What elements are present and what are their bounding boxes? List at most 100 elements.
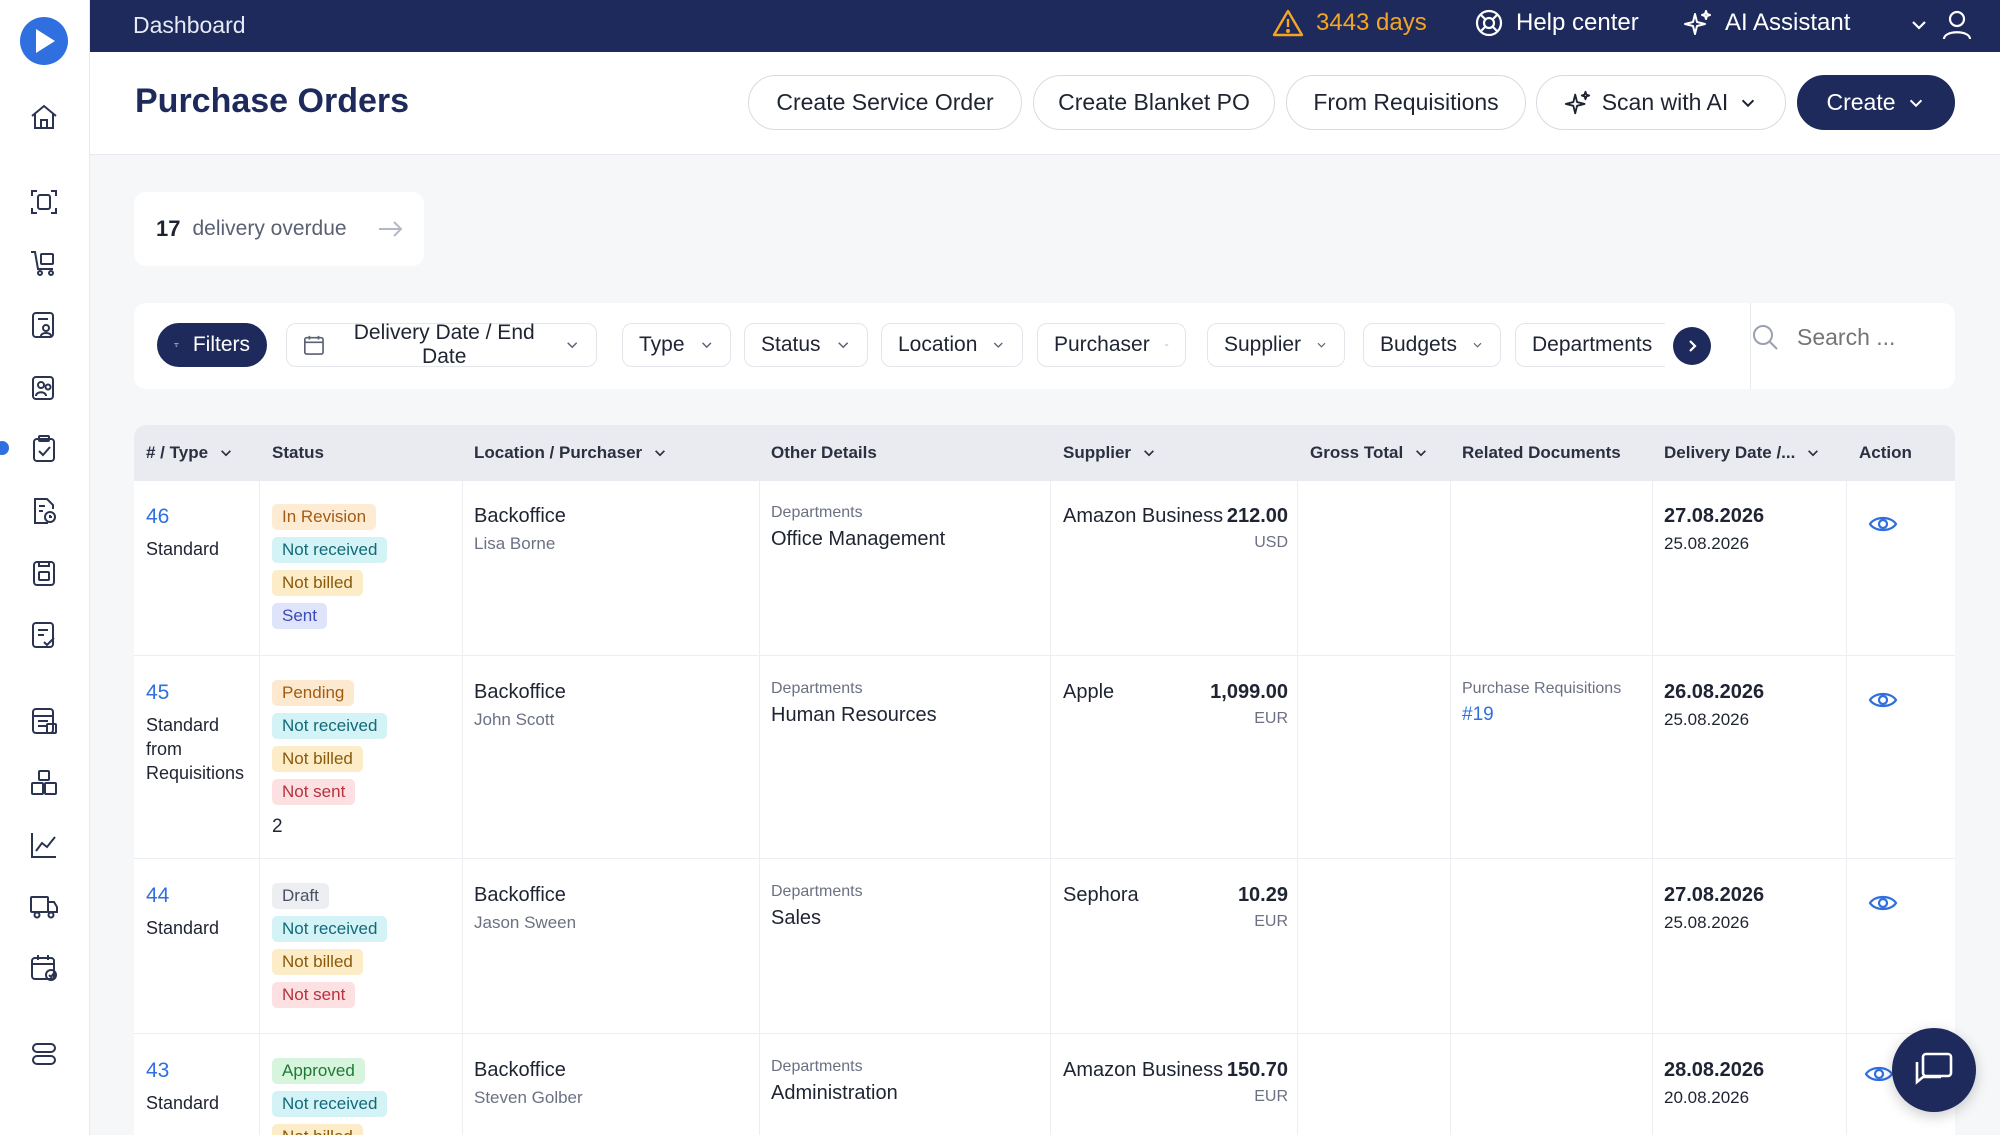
view-eye-icon[interactable]: [1868, 689, 1898, 711]
gross-amount: 10.29: [1237, 884, 1288, 906]
overdue-label: delivery overdue: [192, 217, 347, 240]
col-status: Status: [272, 443, 324, 463]
table-row-44-other: Departments Sales: [771, 883, 863, 930]
po-number-link[interactable]: 46: [146, 505, 256, 529]
other-details-label: Departments: [771, 883, 863, 900]
col-location-label: Location / Purchaser: [474, 443, 643, 462]
settings-stack-icon[interactable]: [27, 1037, 61, 1071]
table-row-46-location: Backoffice Lisa Borne: [474, 505, 566, 554]
location-filter[interactable]: Location: [881, 323, 1023, 367]
create-button[interactable]: Create: [1797, 75, 1955, 130]
col-divider: [1450, 481, 1451, 1135]
table-row-45-gross: 1,099.00 EUR: [1148, 681, 1288, 728]
license-warning[interactable]: 3443 days: [1272, 8, 1427, 38]
col-action-label: Action: [1859, 443, 1912, 462]
from-requisitions-button[interactable]: From Requisitions: [1286, 75, 1526, 130]
scan-icon[interactable]: [27, 185, 61, 219]
sidebar: [0, 0, 90, 1135]
col-location[interactable]: Location / Purchaser: [474, 443, 668, 463]
purchaser-filter-label: Purchaser: [1054, 333, 1150, 356]
row-divider: [134, 655, 1955, 656]
type-filter[interactable]: Type: [622, 323, 731, 367]
delivery-date: 27.08.2026: [1664, 505, 1765, 527]
delivery-date: 27.08.2026: [1664, 884, 1765, 906]
table-row-43-location: Backoffice Steven Golber: [474, 1059, 583, 1108]
status-badge: Not billed: [272, 1124, 363, 1135]
chevron-down-icon: [1808, 450, 1819, 457]
boxes-icon[interactable]: [27, 766, 61, 800]
status-badge: Draft: [272, 883, 329, 909]
location: Backoffice: [474, 505, 566, 527]
view-eye-icon[interactable]: [1864, 1063, 1894, 1085]
help-center-link[interactable]: Help center: [1474, 8, 1639, 38]
budgets-filter[interactable]: Budgets: [1363, 323, 1501, 367]
search-box[interactable]: [1751, 323, 1937, 351]
chevron-down-icon: [994, 342, 1004, 348]
col-num-type[interactable]: # / Type: [146, 443, 234, 463]
document-clock-icon[interactable]: [27, 494, 61, 528]
topbar-title[interactable]: Dashboard: [133, 12, 246, 39]
app-logo[interactable]: [20, 17, 68, 65]
analytics-icon[interactable]: [27, 828, 61, 862]
arrow-right-icon: [378, 221, 402, 237]
delivery-date-filter[interactable]: Delivery Date / End Date: [286, 321, 597, 368]
user-profile-icon[interactable]: [1940, 8, 1974, 42]
scroll-filters-right-button[interactable]: [1673, 327, 1711, 365]
calendar-check-icon[interactable]: [27, 951, 61, 985]
checklist-icon[interactable]: [27, 618, 61, 652]
po-number-link[interactable]: 45: [146, 681, 256, 705]
table-row-43-gross: 150.70 EUR: [1148, 1059, 1288, 1106]
create-service-order-button[interactable]: Create Service Order: [748, 75, 1022, 130]
help-center-label: Help center: [1516, 9, 1639, 36]
status-extra-count: 2: [272, 816, 283, 837]
users-document-icon[interactable]: [27, 370, 61, 404]
delivery-overdue-card[interactable]: 17 delivery overdue: [134, 192, 424, 266]
status-badge: Approved: [272, 1058, 365, 1084]
departments-filter[interactable]: Departments: [1515, 323, 1665, 367]
view-eye-icon[interactable]: [1868, 513, 1898, 535]
col-status-label: Status: [272, 443, 324, 462]
table-row-44-location: Backoffice Jason Sween: [474, 884, 576, 933]
filters-label: Filters: [192, 333, 250, 356]
col-delivery-date[interactable]: Delivery Date /...: [1664, 443, 1821, 463]
purchaser-filter[interactable]: Purchaser: [1037, 323, 1186, 367]
col-divider: [1652, 481, 1653, 1135]
col-gross-total[interactable]: Gross Total: [1310, 443, 1429, 463]
active-indicator: [0, 441, 9, 455]
status-badge: Not received: [272, 537, 388, 563]
inventory-icon[interactable]: [27, 556, 61, 590]
chat-support-button[interactable]: [1892, 1028, 1976, 1112]
po-type: Standard: [146, 1093, 220, 1113]
status-filter[interactable]: Status: [744, 323, 868, 367]
truck-icon[interactable]: [27, 889, 61, 923]
currency: USD: [1254, 534, 1288, 551]
location-filter-label: Location: [898, 333, 978, 356]
po-number-link[interactable]: 43: [146, 1059, 256, 1083]
col-divider: [759, 481, 760, 1135]
po-type: Standard: [146, 918, 220, 938]
cart-icon[interactable]: [27, 246, 61, 280]
purchase-orders-icon[interactable]: [27, 432, 61, 466]
view-eye-icon[interactable]: [1868, 892, 1898, 914]
invoice-list-icon[interactable]: [27, 704, 61, 738]
user-document-icon[interactable]: [27, 308, 61, 342]
filters-button[interactable]: Filters: [157, 323, 267, 367]
search-input[interactable]: [1797, 323, 1937, 351]
col-supplier[interactable]: Supplier: [1063, 443, 1157, 463]
ai-assistant-button[interactable]: AI Assistant: [1683, 8, 1850, 38]
create-blanket-po-button[interactable]: Create Blanket PO: [1033, 75, 1275, 130]
chevron-down-icon: [566, 342, 577, 349]
supplier-filter[interactable]: Supplier: [1207, 323, 1345, 367]
status-filter-label: Status: [761, 333, 821, 356]
related-requisition-link[interactable]: #19: [1462, 704, 1621, 726]
sparkles-icon: [1564, 90, 1590, 114]
scan-with-ai-button[interactable]: Scan with AI: [1536, 75, 1786, 130]
chevron-down-icon: [1742, 99, 1755, 107]
po-number-link[interactable]: 44: [146, 884, 256, 908]
filter-bar: Filters Delivery Date / End Date Type St…: [134, 303, 1955, 389]
table-row-43-delivery: 28.08.2026 20.08.2026: [1664, 1059, 1764, 1108]
chevron-down-icon[interactable]: [1908, 14, 1930, 36]
home-icon[interactable]: [27, 100, 61, 134]
calendar-icon: [304, 335, 324, 355]
table-row-45-location: Backoffice John Scott: [474, 681, 566, 730]
